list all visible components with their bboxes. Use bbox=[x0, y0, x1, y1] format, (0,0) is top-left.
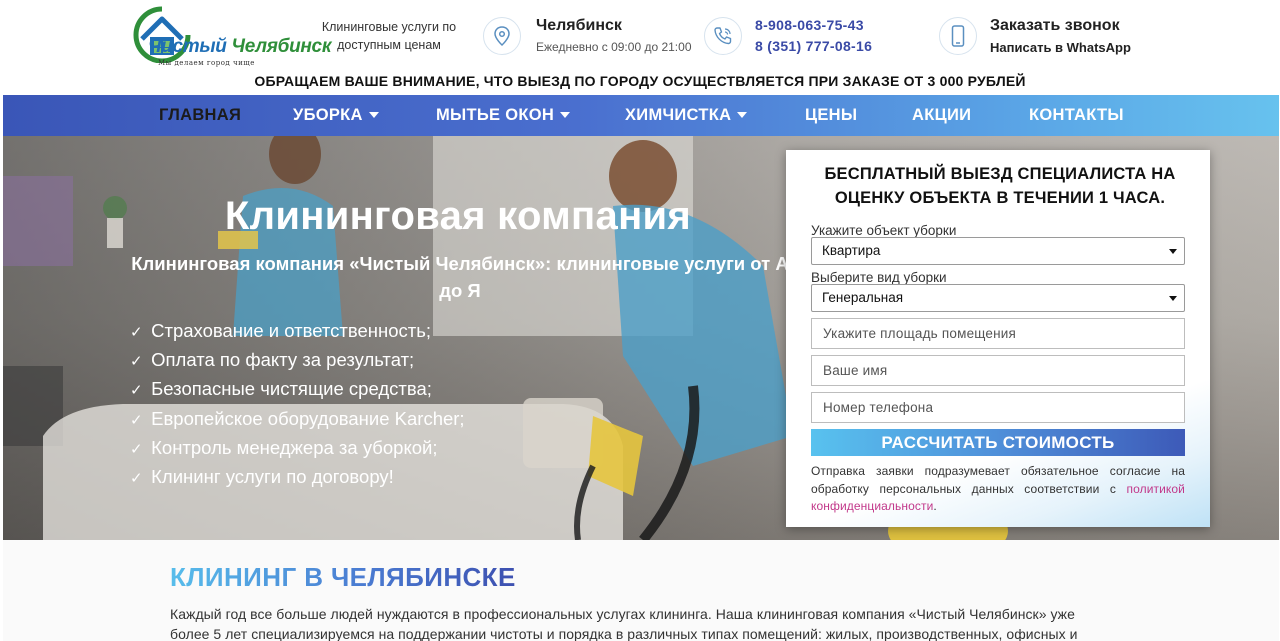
check-icon: ✓ bbox=[130, 440, 143, 458]
calculate-button[interactable]: РАССЧИТАТЬ СТОИМОСТЬ bbox=[811, 429, 1185, 456]
nav-item-window-washing[interactable]: МЫТЬЕ ОКОН bbox=[436, 95, 571, 136]
object-select-value: Квартира bbox=[822, 243, 881, 258]
header-hours: Ежедневно с 09:00 до 21:00 bbox=[536, 40, 692, 54]
nav-item-home[interactable]: ГЛАВНАЯ bbox=[159, 95, 241, 136]
caret-down-icon bbox=[368, 111, 379, 118]
section-text: Каждый год все больше людей нуждаются в … bbox=[170, 606, 1078, 641]
site-header: Чистый Челябинск Мы делаем город чище Кл… bbox=[0, 0, 1280, 95]
nav-item-prices[interactable]: ЦЕНЫ bbox=[805, 95, 857, 136]
caret-down-icon bbox=[560, 111, 571, 118]
logo[interactable]: Чистый Челябинск Мы делаем город чище bbox=[132, 5, 331, 69]
check-icon: ✓ bbox=[130, 324, 143, 341]
section-title: КЛИНИНГ В ЧЕЛЯБИНСКЕ bbox=[170, 562, 516, 592]
benefit-item: ✓ Контроль менеджера за уборкой; bbox=[130, 434, 465, 463]
type-select[interactable]: Генеральная bbox=[811, 284, 1185, 312]
form-title: БЕСПЛАТНЫЙ ВЫЕЗД СПЕЦИАЛИСТА НА ОЦЕНКУ О… bbox=[824, 165, 1176, 207]
nav-item-promotions[interactable]: АКЦИИ bbox=[912, 95, 971, 136]
phone-input[interactable]: Номер телефона bbox=[811, 392, 1185, 423]
header-tagline: Клининговые услуги по доступным ценам bbox=[321, 20, 457, 52]
logo-brand: Чистый Челябинск bbox=[148, 36, 332, 57]
order-form: БЕСПЛАТНЫЙ ВЫЕЗД СПЕЦИАЛИСТА НА ОЦЕНКУ О… bbox=[786, 150, 1210, 527]
caret-down-icon bbox=[1169, 296, 1177, 301]
check-icon: ✓ bbox=[130, 470, 143, 488]
benefit-item: ✓ Клининг услуги по договору! bbox=[130, 463, 465, 492]
benefit-item: ✓ Безопасные чистящие средства; bbox=[130, 375, 465, 404]
whatsapp-link[interactable]: Написать в WhatsApp bbox=[990, 40, 1131, 55]
smartphone-icon bbox=[939, 17, 977, 55]
benefit-item: ✓ Оплата по факту за результат; bbox=[130, 346, 465, 375]
nav-item-dry-cleaning[interactable]: ХИМЧИСТКА bbox=[625, 95, 748, 136]
hero-subtitle: Клининговая компания «Чистый Челябинск»:… bbox=[131, 253, 789, 301]
consent-text: Отправка заявки подразумевает обязательн… bbox=[811, 464, 1185, 513]
intro-section: КЛИНИНГ В ЧЕЛЯБИНСКЕ Каждый год все боль… bbox=[3, 540, 1279, 641]
main-nav: ГЛАВНАЯ УБОРКА МЫТЬЕ ОКОН ХИМЧИСТКА ЦЕНЫ… bbox=[3, 95, 1279, 136]
benefit-item: ✓ Страхование и ответственность; bbox=[130, 317, 465, 346]
phone-link-1[interactable]: 8-908-063-75-43 bbox=[755, 17, 864, 33]
callback-link[interactable]: Заказать звонок bbox=[990, 17, 1120, 35]
object-select[interactable]: Квартира bbox=[811, 237, 1185, 265]
map-pin-icon bbox=[483, 17, 521, 55]
area-input[interactable]: Укажите площадь помещения bbox=[811, 318, 1185, 349]
logo-tagline: Мы делаем город чище bbox=[158, 59, 255, 67]
object-select-label: Укажите объект уборки bbox=[811, 223, 957, 238]
check-icon: ✓ bbox=[130, 382, 143, 400]
name-input[interactable]: Ваше имя bbox=[811, 355, 1185, 386]
type-select-value: Генеральная bbox=[822, 290, 904, 305]
phone-link-2[interactable]: 8 (351) 777-08-16 bbox=[755, 38, 872, 54]
check-icon: ✓ bbox=[130, 411, 143, 429]
check-icon: ✓ bbox=[130, 353, 143, 371]
nav-item-cleaning[interactable]: УБОРКА bbox=[293, 95, 379, 136]
order-notice: ОБРАЩАЕМ ВАШЕ ВНИМАНИЕ, ЧТО ВЫЕЗД ПО ГОР… bbox=[254, 73, 1026, 89]
nav-item-contacts[interactable]: КОНТАКТЫ bbox=[1029, 95, 1124, 136]
benefits-list: ✓ Страхование и ответственность; ✓ Оплат… bbox=[130, 317, 465, 492]
caret-down-icon bbox=[1169, 249, 1177, 254]
header-city: Челябинск bbox=[536, 17, 622, 34]
caret-down-icon bbox=[737, 111, 748, 118]
phone-icon bbox=[704, 17, 742, 55]
hero-title: Клининговая компания bbox=[224, 194, 692, 238]
type-select-label: Выберите вид уборки bbox=[811, 270, 947, 285]
benefit-item: ✓ Европейское оборудование Karcher; bbox=[130, 405, 465, 434]
